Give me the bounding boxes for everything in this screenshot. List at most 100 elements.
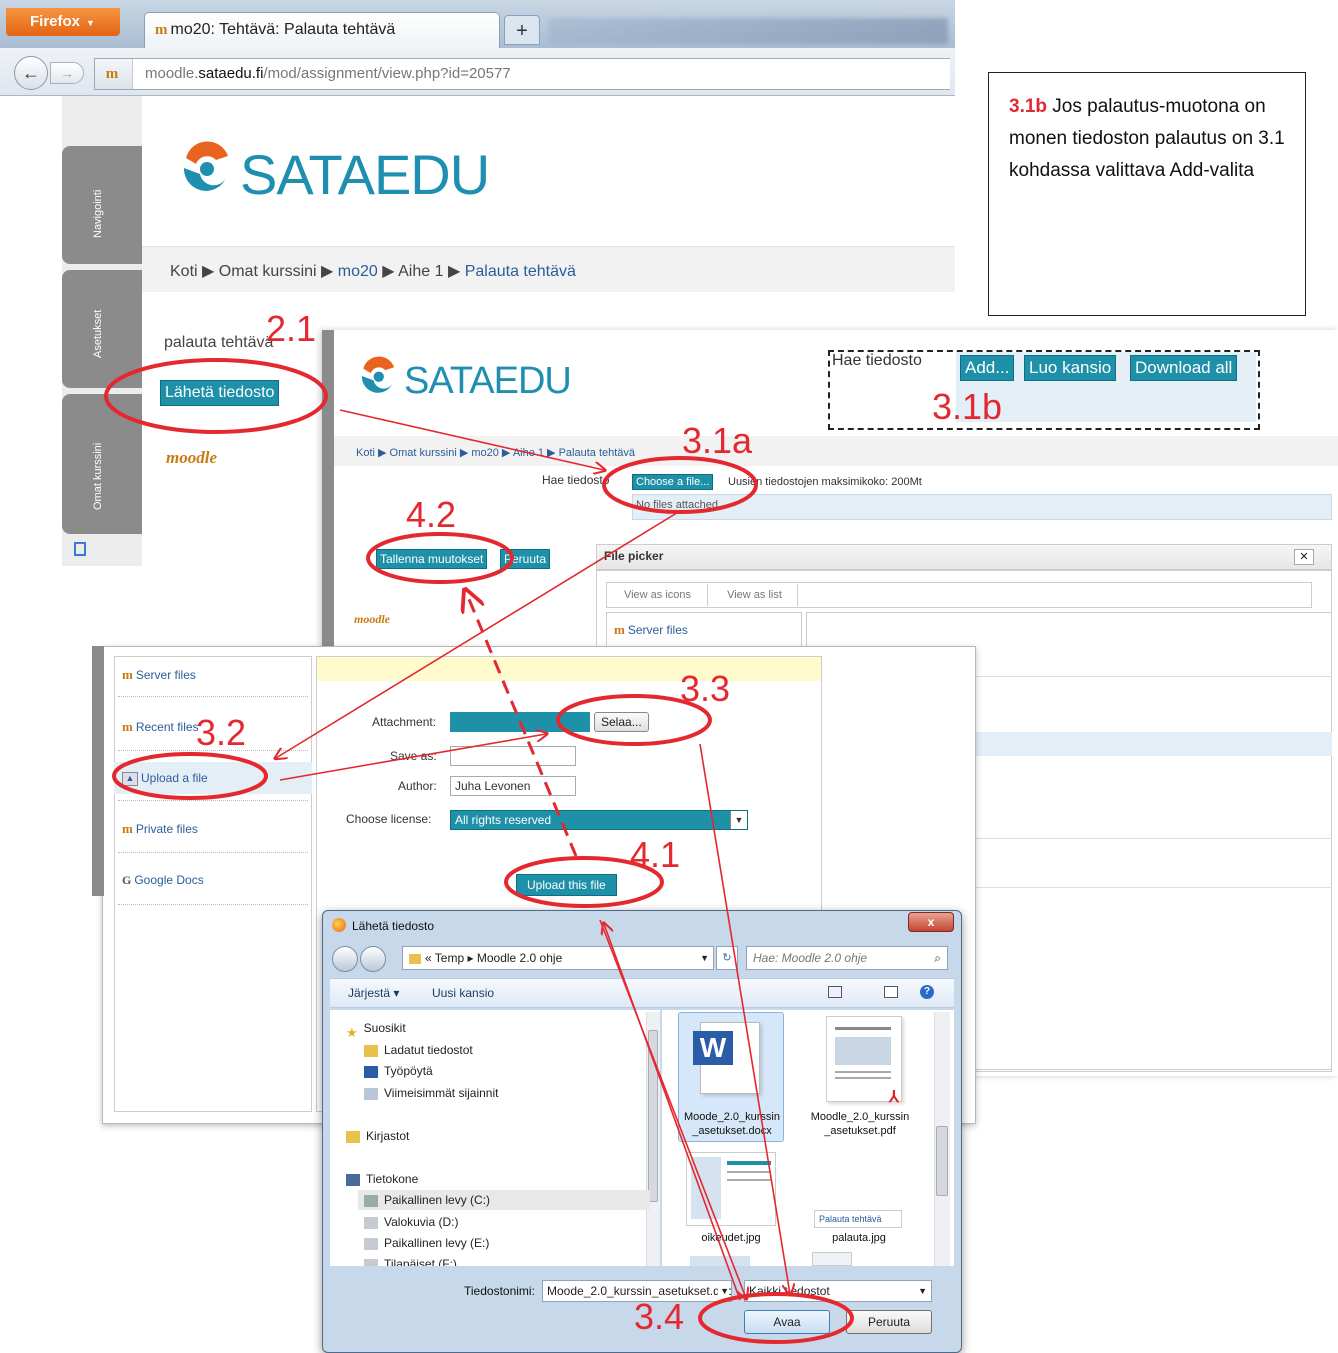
license-select[interactable]: All rights reserved ▼ (450, 810, 748, 830)
file-picker-title: File picker (604, 549, 664, 563)
label-3-4: 3.4 (634, 1296, 685, 1337)
file-name-oikeudet[interactable]: oikeudet.jpg (686, 1232, 776, 1244)
add-button[interactable]: Add... (960, 355, 1015, 381)
tab-title: mo20: Tehtävä: Palauta tehtävä (170, 21, 396, 38)
dialog-refresh-button[interactable]: ↻ (716, 946, 738, 970)
help-icon[interactable]: ? (920, 985, 934, 999)
view-as-icons-button[interactable]: View as icons (608, 584, 708, 606)
page1-breadcrumb: Koti ▶ Omat kurssini ▶ mo20 ▶ Aihe 1 ▶ P… (170, 263, 576, 280)
folder-icon (409, 953, 421, 964)
tree-downloads[interactable]: Ladatut tiedostot (364, 1040, 473, 1060)
path-moodle[interactable]: Moodle 2.0 ohje (477, 951, 562, 965)
chevron-down-icon: ▼ (700, 953, 709, 963)
dialog-close-button[interactable]: x (908, 912, 954, 932)
tree-drive-e[interactable]: Paikallinen levy (E:) (364, 1233, 489, 1253)
file-name-pdf[interactable]: Moodle_2.0_kurssin_asetukset.pdf (808, 1110, 912, 1138)
back-forward-buttons[interactable]: ← → (14, 56, 90, 90)
dialog-search-input[interactable]: Hae: Moodle 2.0 ohje ⌕ (746, 946, 948, 970)
preview-pane-icon[interactable] (884, 986, 898, 998)
url-host-bold: sataedu.fi (198, 65, 264, 82)
side-tab-omat-kurssini[interactable]: Omat kurssini (62, 394, 142, 534)
repo-server-files[interactable]: m Server files (122, 667, 196, 683)
save-changes-button[interactable]: Tallenna muutokset (376, 549, 488, 569)
breadcrumb-assignment[interactable]: Palauta tehtävä (465, 263, 576, 280)
computer-icon (346, 1173, 360, 1186)
site-identity-icon[interactable]: m (95, 59, 133, 89)
url-host-pre: moodle. (145, 65, 199, 82)
create-folder-button[interactable]: Luo kansio (1024, 355, 1117, 381)
repo-private-files[interactable]: m Private files (122, 821, 198, 837)
side-tab-navigointi[interactable]: Navigointi (62, 146, 142, 264)
save-as-input[interactable] (450, 746, 576, 766)
browse-button[interactable]: Selaa... (594, 712, 649, 732)
side-tab-asetukset[interactable]: Asetukset (62, 270, 142, 388)
dialog-firefox-icon (332, 918, 346, 932)
note-box: 3.1b Jos palautus-muotona on monen tiedo… (988, 72, 1306, 316)
organize-button[interactable]: Järjestä ▾ (348, 986, 399, 1000)
dialog-back-button[interactable] (332, 946, 358, 972)
dialog-path-bar[interactable]: « Temp ▸ Moodle 2.0 ohje ▼ (402, 946, 714, 970)
moodle-favicon: m (155, 22, 168, 38)
choose-file-button[interactable]: Choose a file... (632, 474, 714, 490)
breadcrumb-course[interactable]: mo20 (338, 263, 378, 280)
tree-libraries[interactable]: Kirjastot (346, 1126, 409, 1146)
license-value: All rights reserved (455, 813, 552, 827)
tree-computer[interactable]: Tietokone (346, 1169, 418, 1189)
label-3-1a: 3.1a (682, 420, 753, 461)
breadcrumb-home[interactable]: Koti (170, 263, 198, 280)
new-folder-button[interactable]: Uusi kansio (432, 986, 494, 1000)
send-file-button[interactable]: Lähetä tiedosto (160, 380, 280, 406)
recent-places-icon (364, 1087, 378, 1100)
open-button[interactable]: Avaa (744, 1310, 830, 1334)
moodle-repo-icon: m (122, 821, 133, 836)
moodle-logo: moodle (166, 448, 217, 467)
faded-row-2 (976, 732, 1332, 756)
filter-select[interactable]: Kaikki tiedostot ▼ (744, 1280, 932, 1302)
new-tab-button[interactable]: + (504, 15, 540, 45)
author-input[interactable]: Juha Levonen (450, 776, 576, 796)
repo-server-files-top[interactable]: m Server files (614, 622, 688, 638)
chevron-down-icon: ▼ (718, 1281, 729, 1301)
image-thumbnail-partial-1 (690, 1256, 750, 1266)
repo-divider-1 (118, 696, 308, 697)
sataedu-logo-medium: SATAEDU (356, 350, 596, 410)
repo-google-docs[interactable]: G Google Docs (122, 873, 204, 888)
browser-tab-active[interactable]: m mo20: Tehtävä: Palauta tehtävä (144, 12, 500, 50)
tree-recent[interactable]: Viimeisimmät sijainnit (364, 1083, 498, 1103)
dock-icon[interactable] (74, 542, 86, 556)
attachment-field[interactable] (450, 712, 590, 732)
note-bold: 3.1b (1009, 96, 1048, 117)
url-bar[interactable]: m moodle.sataedu.fi/mod/assignment/view.… (94, 58, 950, 90)
firefox-menu-button[interactable]: Firefox ▼ (6, 8, 120, 36)
tree-drive-c[interactable]: Paikallinen levy (C:) (358, 1190, 650, 1210)
tree-scroll-thumb[interactable] (648, 1030, 658, 1202)
forward-button[interactable]: → (50, 62, 84, 84)
firefox-label: Firefox (30, 13, 81, 30)
grid-scroll-thumb[interactable] (936, 1126, 948, 1196)
sataedu-logo-text: SATAEDU (240, 143, 490, 206)
desktop-icon (364, 1065, 378, 1078)
tree-drive-d[interactable]: Valokuvia (D:) (364, 1212, 458, 1232)
label-4-2: 4.2 (406, 494, 457, 535)
url-path: /mod/assignment/view.php?id=20577 (263, 65, 511, 82)
cancel-dialog-button[interactable]: Peruuta (846, 1310, 932, 1334)
dialog-forward-button[interactable] (360, 946, 386, 972)
cancel-button[interactable]: Peruuta (500, 549, 551, 569)
file-name-palauta[interactable]: palauta.jpg (814, 1232, 904, 1244)
side-tab-label: Asetukset (92, 309, 104, 358)
back-button[interactable]: ← (14, 56, 48, 90)
breadcrumb-omat[interactable]: Omat kurssini (219, 263, 317, 280)
file-picker-close-button[interactable]: ✕ (1294, 549, 1314, 565)
path-temp[interactable]: Temp (435, 951, 464, 965)
view-mode-icon[interactable] (828, 986, 842, 998)
view-as-list-button[interactable]: View as list (712, 584, 798, 606)
download-all-button[interactable]: Download all (1130, 355, 1238, 381)
tree-favorites[interactable]: ★ Suosikit (346, 1018, 406, 1040)
upload-left-bar (92, 646, 104, 896)
upload-this-file-button[interactable]: Upload this file (516, 874, 617, 896)
tree-desktop[interactable]: Työpöytä (364, 1061, 433, 1081)
tree-drive-f[interactable]: Tilapäiset (F:) (364, 1254, 457, 1266)
repo-label: Upload a file (141, 771, 208, 785)
repo-recent-files[interactable]: m Recent files (122, 719, 199, 735)
moodle-favicon-small: m (105, 66, 119, 82)
